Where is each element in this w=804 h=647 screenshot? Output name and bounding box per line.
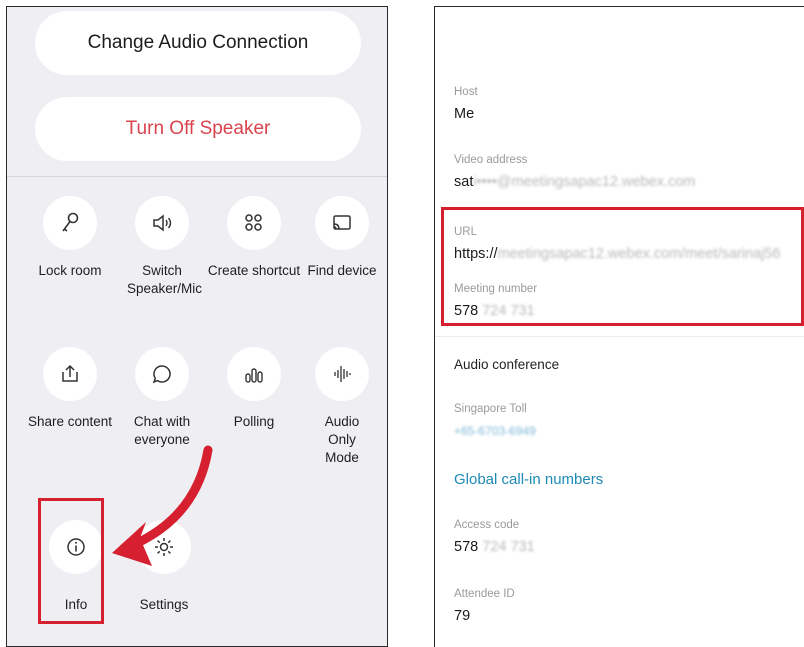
find-device-button[interactable]: Find device <box>295 196 387 280</box>
key-icon <box>43 196 97 250</box>
action-label: Polling <box>233 414 275 429</box>
action-label: Find device <box>307 263 377 278</box>
value-blurred: i••••@meetingsapac12.webex.com <box>473 174 696 190</box>
action-label: Audio Only Mode <box>324 414 360 465</box>
action-label: Lock room <box>38 263 102 278</box>
action-label: Switch Speaker/Mic <box>127 263 203 296</box>
value-visible: sat <box>454 174 474 190</box>
poll-icon <box>227 347 281 401</box>
global-call-in-numbers-link[interactable]: Global call-in numbers <box>454 471 603 488</box>
host-field: Host Me <box>454 85 478 123</box>
chat-with-everyone-button[interactable]: Chat with everyone <box>115 347 209 449</box>
settings-icon <box>137 520 191 574</box>
field-value: +65-6703-6949 <box>454 422 536 440</box>
share-content-button[interactable]: Share content <box>23 347 117 431</box>
grid-icon <box>227 196 281 250</box>
field-value: sati••••@meetingsapac12.webex.com <box>454 173 695 191</box>
field-label: Singapore Toll <box>454 403 527 415</box>
field-value: 578 724 731 <box>454 538 535 556</box>
url-meeting-number-highlight-box <box>441 207 804 326</box>
singapore-toll-field[interactable]: Singapore Toll +65-6703-6949 <box>454 402 536 440</box>
access-code-field[interactable]: Access code 578 724 731 <box>454 518 535 556</box>
divider <box>7 176 387 177</box>
waveform-icon <box>315 347 369 401</box>
info-highlight-box <box>38 498 104 624</box>
field-value: Me <box>454 106 475 122</box>
chat-bubble-icon <box>135 347 189 401</box>
audio-conference-heading: Audio conference <box>454 357 560 372</box>
action-label: Chat with everyone <box>133 414 191 447</box>
lock-room-button[interactable]: Lock room <box>23 196 117 280</box>
action-label: Settings <box>139 597 189 612</box>
attendee-id-field: Attendee ID 79 <box>454 587 515 625</box>
switch-speaker-mic-button[interactable]: Switch Speaker/Mic <box>115 196 209 298</box>
value-visible: 578 <box>454 539 479 555</box>
polling-button[interactable]: Polling <box>207 347 301 431</box>
value-blurred: 724 731 <box>482 539 535 555</box>
field-label: Host <box>454 86 478 98</box>
turn-off-speaker-button[interactable]: Turn Off Speaker <box>35 97 361 161</box>
change-audio-connection-button[interactable]: Change Audio Connection <box>35 11 361 75</box>
value-blurred: +65-6703-6949 <box>454 424 536 438</box>
meeting-info-panel: Host Me Video address sati••••@meetingsa… <box>434 6 804 647</box>
action-label: Create shortcut <box>207 263 301 278</box>
share-icon <box>43 347 97 401</box>
field-label: Attendee ID <box>454 588 515 600</box>
field-label: Access code <box>454 519 520 531</box>
speaker-icon <box>135 196 189 250</box>
field-label: Video address <box>454 154 528 166</box>
field-value: 79 <box>454 608 471 624</box>
action-label: Share content <box>27 414 113 429</box>
video-address-field[interactable]: Video address sati••••@meetingsapac12.we… <box>454 153 695 191</box>
cast-icon <box>315 196 369 250</box>
settings-button[interactable]: Settings <box>117 520 211 614</box>
audio-only-mode-button[interactable]: Audio Only Mode <box>295 347 387 467</box>
divider <box>435 336 804 337</box>
create-shortcut-button[interactable]: Create shortcut <box>207 196 301 280</box>
